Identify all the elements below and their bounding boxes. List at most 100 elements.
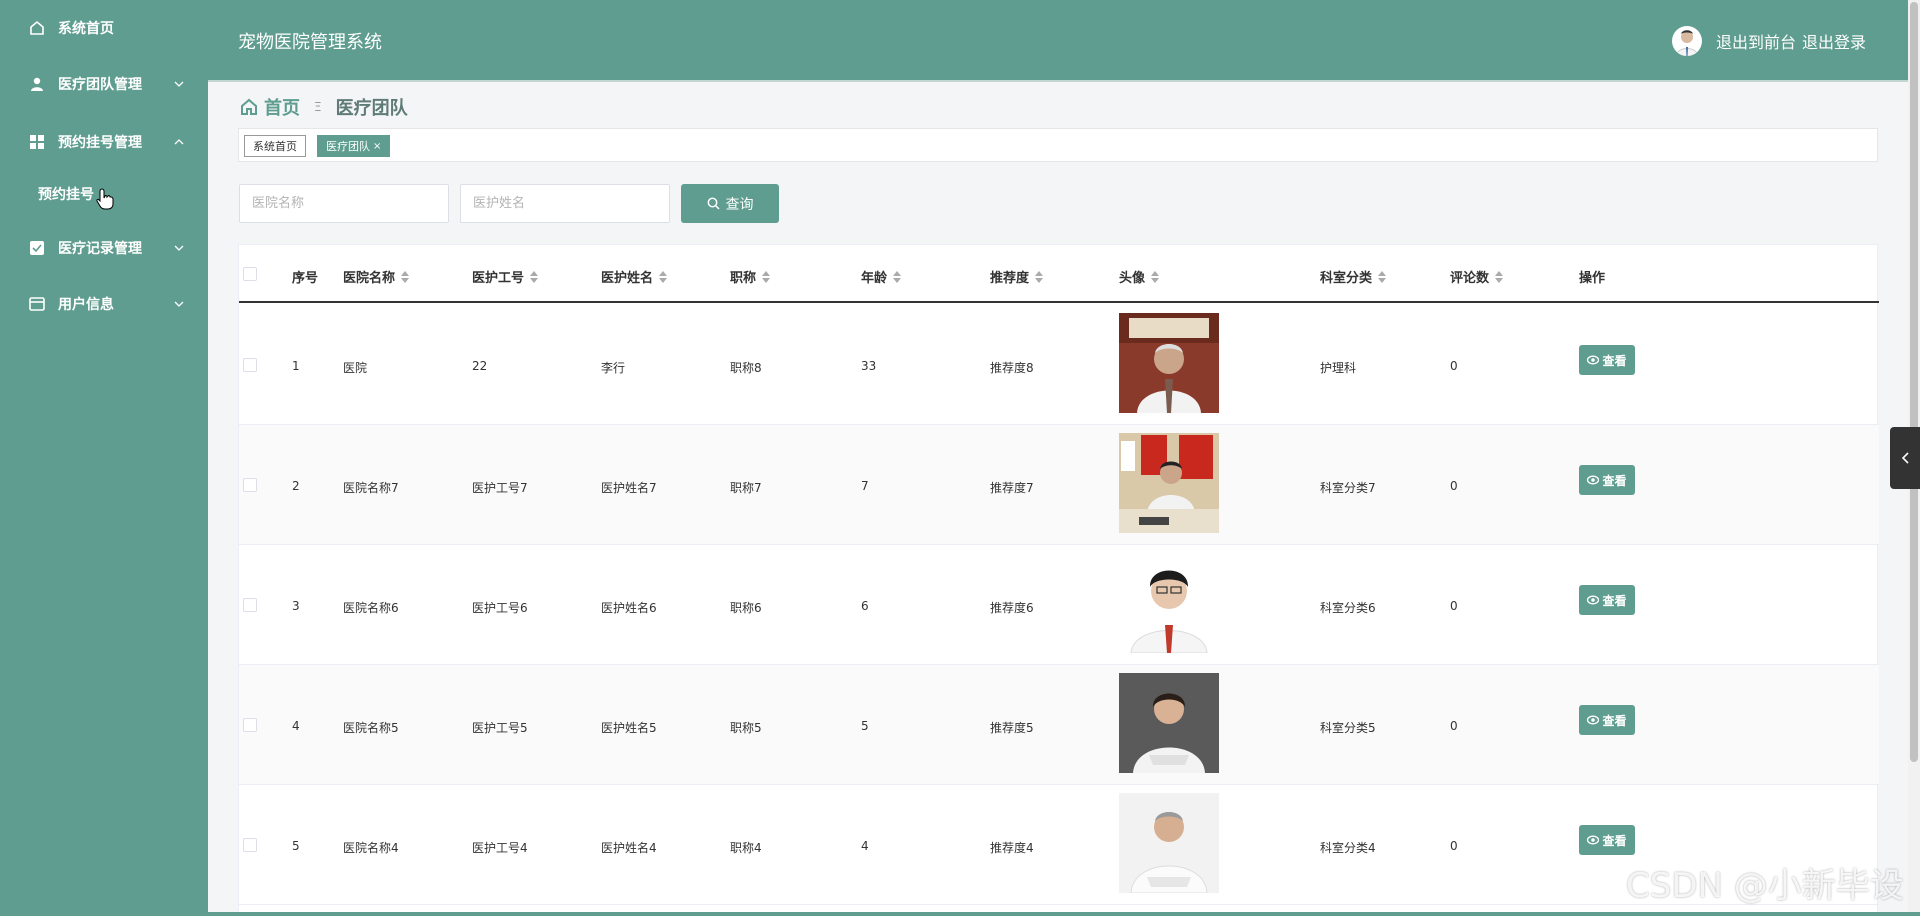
sort-icon [659, 270, 668, 283]
cell-job-no: 22 [472, 359, 488, 373]
collapse-handle[interactable] [1890, 427, 1920, 489]
cell-title: 职称8 [730, 361, 762, 375]
sidebar-item-records[interactable]: 医疗记录管理 [0, 220, 208, 276]
cell-comments: 0 [1450, 599, 1458, 613]
cell-hospital: 医院名称5 [343, 721, 399, 735]
doctor-photo [1119, 793, 1219, 893]
chevron-up-icon [174, 139, 184, 145]
tag-label: 系统首页 [253, 140, 297, 153]
bottom-border [0, 912, 1920, 916]
cell-comments: 0 [1450, 359, 1458, 373]
cell-comments: 0 [1450, 719, 1458, 733]
data-table: 序号 医院名称 医护工号 医护姓名 职称 年龄 推荐度 头像 科室分类 评论数 … [238, 244, 1879, 916]
table-row: 2 医院名称7 医护工号7 医护姓名7 职称7 7 推荐度7 科室分类7 0 查… [239, 425, 1879, 545]
breadcrumb-home[interactable]: 首页 [264, 94, 300, 120]
col-header-hospital[interactable]: 医院名称 [343, 267, 410, 286]
watermark: CSDN @小新毕设 [1626, 866, 1904, 906]
cell-no: 5 [292, 839, 300, 853]
view-button[interactable]: 查看 [1579, 825, 1635, 855]
view-button[interactable]: 查看 [1579, 345, 1635, 375]
view-button[interactable]: 查看 [1579, 465, 1635, 495]
sort-icon [1151, 270, 1160, 283]
grid-icon [28, 133, 46, 151]
breadcrumb-separator: Ξ [314, 100, 322, 114]
sidebar-item-user-info[interactable]: 用户信息 [0, 276, 208, 332]
view-button[interactable]: 查看 [1579, 705, 1635, 735]
sort-icon [1495, 270, 1504, 283]
checkbox-icon [28, 239, 46, 257]
view-button-label: 查看 [1602, 833, 1627, 848]
doctor-photo [1119, 433, 1219, 533]
cell-recommend: 推荐度7 [990, 481, 1034, 495]
sidebar-item-home[interactable]: 系统首页 [0, 0, 208, 56]
scrollbar-thumb[interactable] [1910, 2, 1918, 762]
nurse-name-input[interactable] [460, 184, 670, 223]
cell-job-no: 医护工号4 [472, 841, 528, 855]
cell-recommend: 推荐度5 [990, 721, 1034, 735]
search-button[interactable]: 查询 [681, 184, 779, 223]
chevron-down-icon [174, 245, 184, 251]
table-header: 序号 医院名称 医护工号 医护姓名 职称 年龄 推荐度 头像 科室分类 评论数 … [239, 245, 1879, 303]
col-header-comments[interactable]: 评论数 [1450, 267, 1504, 286]
sidebar-item-label: 预约挂号管理 [58, 135, 142, 151]
cell-dept: 护理科 [1320, 361, 1357, 375]
eye-icon [1587, 475, 1600, 485]
back-to-front-link[interactable]: 退出到前台 [1716, 29, 1796, 53]
row-checkbox[interactable] [243, 838, 257, 852]
col-header-actions: 操作 [1579, 271, 1606, 286]
eye-icon [1587, 355, 1600, 365]
card-icon [28, 295, 46, 313]
doctor-photo [1119, 313, 1219, 413]
cell-dept: 科室分类5 [1320, 721, 1376, 735]
logout-link[interactable]: 退出登录 [1802, 29, 1866, 53]
tag-home[interactable]: 系统首页 [244, 135, 306, 157]
row-checkbox[interactable] [243, 478, 257, 492]
col-header-age[interactable]: 年龄 [861, 267, 902, 286]
eye-icon [1587, 715, 1600, 725]
col-header-photo[interactable]: 头像 [1119, 267, 1160, 286]
col-header-name[interactable]: 医护姓名 [601, 267, 668, 286]
sort-icon [762, 270, 771, 283]
chevron-down-icon [174, 81, 184, 87]
sidebar-item-appointment[interactable]: 预约挂号管理 [0, 114, 208, 170]
row-checkbox[interactable] [243, 718, 257, 732]
col-header-dept[interactable]: 科室分类 [1320, 267, 1387, 286]
select-all-checkbox[interactable] [243, 267, 257, 281]
user-icon [28, 75, 46, 93]
cell-title: 职称7 [730, 481, 762, 495]
cell-job-no: 医护工号5 [472, 721, 528, 735]
close-icon[interactable]: × [373, 141, 381, 152]
view-button[interactable]: 查看 [1579, 585, 1635, 615]
cell-no: 1 [292, 359, 300, 373]
sidebar: 系统首页 医疗团队管理 预约挂号管理 预约挂号 医疗记录管理 用户信息 [0, 0, 208, 916]
cell-comments: 0 [1450, 839, 1458, 853]
cell-job-no: 医护工号6 [472, 601, 528, 615]
cell-hospital: 医院 [343, 361, 368, 375]
row-checkbox[interactable] [243, 598, 257, 612]
col-header-job-no[interactable]: 医护工号 [472, 267, 539, 286]
sidebar-item-label: 用户信息 [58, 297, 114, 313]
cell-hospital: 医院名称6 [343, 601, 399, 615]
cell-title: 职称5 [730, 721, 762, 735]
cell-recommend: 推荐度8 [990, 361, 1034, 375]
view-button-label: 查看 [1602, 473, 1627, 488]
avatar[interactable] [1672, 26, 1702, 56]
cell-title: 职称6 [730, 601, 762, 615]
col-header-title[interactable]: 职称 [730, 267, 771, 286]
sidebar-item-medical-team[interactable]: 医疗团队管理 [0, 56, 208, 112]
col-header-recommend[interactable]: 推荐度 [990, 267, 1044, 286]
search-button-label: 查询 [725, 196, 754, 213]
breadcrumb-current: 医疗团队 [335, 98, 408, 119]
doctor-photo [1119, 553, 1219, 653]
cell-dept: 科室分类4 [1320, 841, 1376, 855]
chevron-left-icon [1901, 452, 1909, 464]
row-checkbox[interactable] [243, 358, 257, 372]
eye-icon [1587, 595, 1600, 605]
cell-dept: 科室分类7 [1320, 481, 1376, 495]
cell-age: 33 [861, 359, 877, 373]
cell-no: 2 [292, 479, 300, 493]
eye-icon [1587, 835, 1600, 845]
tag-medical-team[interactable]: 医疗团队 × [317, 135, 391, 157]
hospital-name-input[interactable] [239, 184, 449, 223]
cell-name: 医护姓名4 [601, 841, 657, 855]
